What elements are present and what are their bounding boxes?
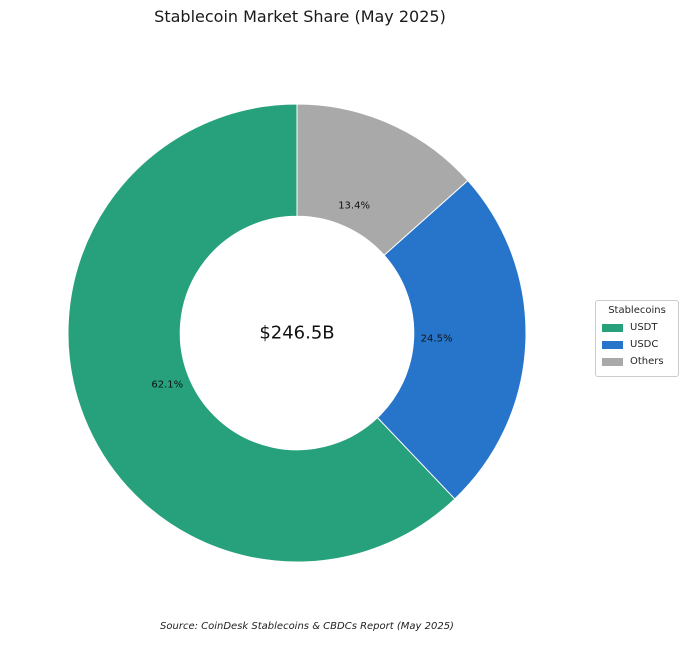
donut-center-total: $246.5B [259, 322, 335, 344]
percent-label-usdt: 62.1% [151, 379, 184, 391]
legend-label-usdt: USDT [630, 322, 658, 333]
legend-item-others: Others [602, 353, 672, 370]
legend: Stablecoins USDT USDC Others [595, 300, 679, 377]
donut-chart [67, 103, 527, 563]
legend-item-usdt: USDT [602, 319, 672, 336]
legend-title: Stablecoins [608, 305, 666, 316]
legend-swatch-usdt [602, 323, 623, 332]
legend-swatch-others [602, 357, 623, 366]
legend-label-others: Others [630, 356, 664, 367]
legend-item-usdc: USDC [602, 336, 672, 353]
percent-label-usdc: 24.5% [420, 333, 453, 345]
legend-label-usdc: USDC [630, 339, 659, 350]
figure: Stablecoin Market Share (May 2025) $246.… [0, 0, 680, 645]
legend-swatch-usdc [602, 340, 623, 349]
source-note: Source: CoinDesk Stablecoins & CBDCs Rep… [160, 621, 454, 632]
percent-label-others: 13.4% [338, 200, 370, 211]
